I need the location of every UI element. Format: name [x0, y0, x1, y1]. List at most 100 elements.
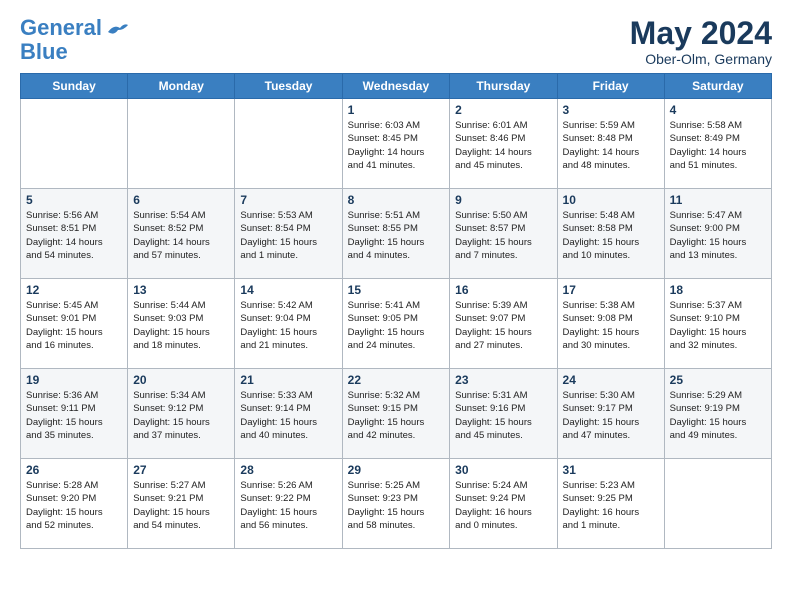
day-info: Sunrise: 5:51 AMSunset: 8:55 PMDaylight:… [348, 209, 445, 262]
day-number: 25 [670, 373, 766, 387]
day-number: 16 [455, 283, 551, 297]
day-info: Sunrise: 5:23 AMSunset: 9:25 PMDaylight:… [563, 479, 659, 532]
day-info: Sunrise: 5:26 AMSunset: 9:22 PMDaylight:… [240, 479, 336, 532]
day-info: Sunrise: 5:48 AMSunset: 8:58 PMDaylight:… [563, 209, 659, 262]
calendar-cell: 7 Sunrise: 5:53 AMSunset: 8:54 PMDaylight… [235, 189, 342, 279]
day-number: 18 [670, 283, 766, 297]
calendar-cell: 27 Sunrise: 5:27 AMSunset: 9:21 PMDayligh… [128, 459, 235, 549]
day-info: Sunrise: 5:53 AMSunset: 8:54 PMDaylight:… [240, 209, 336, 262]
calendar-cell: 11 Sunrise: 5:47 AMSunset: 9:00 PMDayligh… [664, 189, 771, 279]
calendar-cell: 16 Sunrise: 5:39 AMSunset: 9:07 PMDayligh… [450, 279, 557, 369]
calendar-cell: 24Sunrise: 5:30 AMSunset: 9:17 PMDayligh… [557, 369, 664, 459]
day-info: Sunrise: 5:44 AMSunset: 9:03 PMDaylight:… [133, 299, 229, 352]
day-number: 4 [670, 103, 766, 117]
day-number: 23 [455, 373, 551, 387]
calendar-week-2: 5 Sunrise: 5:56 AMSunset: 8:51 PMDaylight… [21, 189, 772, 279]
day-number: 20 [133, 373, 229, 387]
calendar-cell: 12 Sunrise: 5:45 AMSunset: 9:01 PMDayligh… [21, 279, 128, 369]
day-info: Sunrise: 5:45 AMSunset: 9:01 PMDaylight:… [26, 299, 122, 352]
calendar-week-1: 1 Sunrise: 6:03 AMSunset: 8:45 PMDaylight… [21, 99, 772, 189]
calendar-cell: 28 Sunrise: 5:26 AMSunset: 9:22 PMDayligh… [235, 459, 342, 549]
day-info: Sunrise: 5:29 AMSunset: 9:19 PMDaylight:… [670, 389, 766, 442]
day-info: Sunrise: 5:32 AMSunset: 9:15 PMDaylight:… [348, 389, 445, 442]
weekday-thursday: Thursday [450, 74, 557, 99]
day-number: 9 [455, 193, 551, 207]
day-number: 15 [348, 283, 445, 297]
day-number: 10 [563, 193, 659, 207]
day-number: 19 [26, 373, 122, 387]
calendar-cell: 20 Sunrise: 5:34 AMSunset: 9:12 PMDayligh… [128, 369, 235, 459]
calendar-cell: 3 Sunrise: 5:59 AMSunset: 8:48 PMDaylight… [557, 99, 664, 189]
day-info: Sunrise: 5:31 AMSunset: 9:16 PMDaylight:… [455, 389, 551, 442]
day-info: Sunrise: 5:24 AMSunset: 9:24 PMDaylight:… [455, 479, 551, 532]
day-number: 17 [563, 283, 659, 297]
day-info: Sunrise: 5:41 AMSunset: 9:05 PMDaylight:… [348, 299, 445, 352]
calendar-cell: 21 Sunrise: 5:33 AMSunset: 9:14 PMDayligh… [235, 369, 342, 459]
day-number: 5 [26, 193, 122, 207]
day-info: Sunrise: 5:39 AMSunset: 9:07 PMDaylight:… [455, 299, 551, 352]
day-number: 14 [240, 283, 336, 297]
logo: General Blue [20, 16, 128, 64]
day-number: 28 [240, 463, 336, 477]
day-number: 6 [133, 193, 229, 207]
day-number: 1 [348, 103, 445, 117]
weekday-header-row: Sunday Monday Tuesday Wednesday Thursday… [21, 74, 772, 99]
calendar-cell: 9 Sunrise: 5:50 AMSunset: 8:57 PMDaylight… [450, 189, 557, 279]
header: General Blue May 2024 Ober-Olm, Germany [20, 16, 772, 67]
calendar-cell: 29 Sunrise: 5:25 AMSunset: 9:23 PMDayligh… [342, 459, 450, 549]
calendar-cell: 15 Sunrise: 5:41 AMSunset: 9:05 PMDayligh… [342, 279, 450, 369]
day-number: 22 [348, 373, 445, 387]
calendar-cell: 19Sunrise: 5:36 AMSunset: 9:11 PMDayligh… [21, 369, 128, 459]
day-number: 8 [348, 193, 445, 207]
calendar-cell [664, 459, 771, 549]
weekday-friday: Friday [557, 74, 664, 99]
day-info: Sunrise: 5:25 AMSunset: 9:23 PMDaylight:… [348, 479, 445, 532]
title-area: May 2024 Ober-Olm, Germany [630, 16, 772, 67]
calendar-table: Sunday Monday Tuesday Wednesday Thursday… [20, 73, 772, 549]
day-number: 7 [240, 193, 336, 207]
day-number: 12 [26, 283, 122, 297]
calendar-cell: 22 Sunrise: 5:32 AMSunset: 9:15 PMDayligh… [342, 369, 450, 459]
day-number: 29 [348, 463, 445, 477]
day-info: Sunrise: 5:59 AMSunset: 8:48 PMDaylight:… [563, 119, 659, 172]
day-number: 30 [455, 463, 551, 477]
day-info: Sunrise: 6:03 AMSunset: 8:45 PMDaylight:… [348, 119, 445, 172]
calendar-week-4: 19Sunrise: 5:36 AMSunset: 9:11 PMDayligh… [21, 369, 772, 459]
calendar-cell: 13 Sunrise: 5:44 AMSunset: 9:03 PMDayligh… [128, 279, 235, 369]
calendar-cell [128, 99, 235, 189]
weekday-wednesday: Wednesday [342, 74, 450, 99]
day-info: Sunrise: 5:27 AMSunset: 9:21 PMDaylight:… [133, 479, 229, 532]
day-number: 11 [670, 193, 766, 207]
logo-bird-icon [106, 22, 128, 40]
day-number: 2 [455, 103, 551, 117]
weekday-saturday: Saturday [664, 74, 771, 99]
day-info: Sunrise: 5:28 AMSunset: 9:20 PMDaylight:… [26, 479, 122, 532]
weekday-monday: Monday [128, 74, 235, 99]
calendar-cell: 25 Sunrise: 5:29 AMSunset: 9:19 PMDayligh… [664, 369, 771, 459]
day-info: Sunrise: 5:33 AMSunset: 9:14 PMDaylight:… [240, 389, 336, 442]
location: Ober-Olm, Germany [630, 51, 772, 67]
calendar-cell: 17Sunrise: 5:38 AMSunset: 9:08 PMDayligh… [557, 279, 664, 369]
month-year: May 2024 [630, 16, 772, 51]
calendar-week-3: 12 Sunrise: 5:45 AMSunset: 9:01 PMDayligh… [21, 279, 772, 369]
day-info: Sunrise: 5:54 AMSunset: 8:52 PMDaylight:… [133, 209, 229, 262]
logo-general: General [20, 15, 102, 40]
day-info: Sunrise: 5:50 AMSunset: 8:57 PMDaylight:… [455, 209, 551, 262]
day-number: 13 [133, 283, 229, 297]
day-number: 21 [240, 373, 336, 387]
calendar-cell: 30 Sunrise: 5:24 AMSunset: 9:24 PMDayligh… [450, 459, 557, 549]
day-info: Sunrise: 5:47 AMSunset: 9:00 PMDaylight:… [670, 209, 766, 262]
calendar-cell: 14Sunrise: 5:42 AMSunset: 9:04 PMDayligh… [235, 279, 342, 369]
day-number: 3 [563, 103, 659, 117]
calendar-cell: 8 Sunrise: 5:51 AMSunset: 8:55 PMDaylight… [342, 189, 450, 279]
calendar-cell: 10 Sunrise: 5:48 AMSunset: 8:58 PMDayligh… [557, 189, 664, 279]
calendar-cell [235, 99, 342, 189]
calendar-cell: 6 Sunrise: 5:54 AMSunset: 8:52 PMDaylight… [128, 189, 235, 279]
day-number: 27 [133, 463, 229, 477]
day-number: 26 [26, 463, 122, 477]
page: General Blue May 2024 Ober-Olm, Germany … [0, 0, 792, 569]
day-number: 31 [563, 463, 659, 477]
day-info: Sunrise: 5:56 AMSunset: 8:51 PMDaylight:… [26, 209, 122, 262]
calendar-cell: 5 Sunrise: 5:56 AMSunset: 8:51 PMDaylight… [21, 189, 128, 279]
day-info: Sunrise: 5:34 AMSunset: 9:12 PMDaylight:… [133, 389, 229, 442]
